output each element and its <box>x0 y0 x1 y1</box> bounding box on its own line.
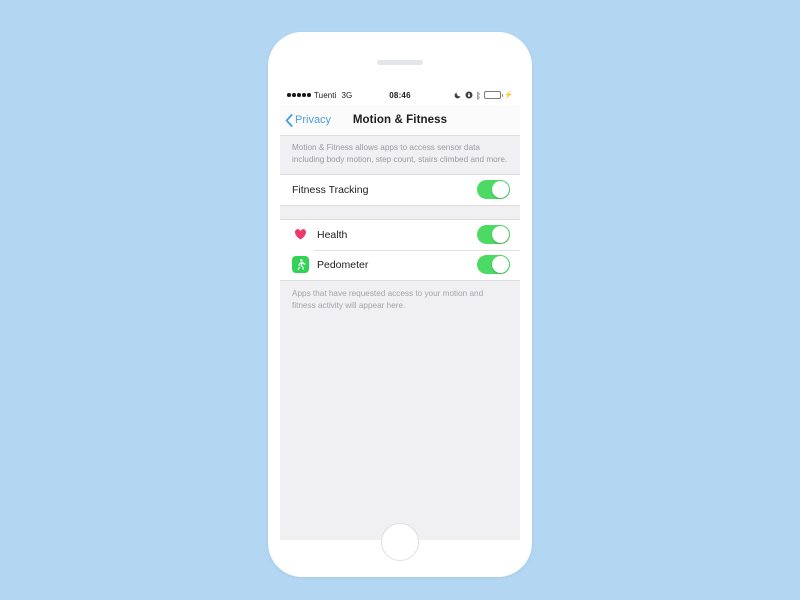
app-toggle-health[interactable] <box>477 225 510 245</box>
rotation-lock-icon <box>465 91 473 99</box>
bluetooth-icon <box>476 91 481 100</box>
home-button[interactable] <box>381 523 419 561</box>
toggle-knob <box>492 226 509 244</box>
charging-icon: ⚡ <box>504 92 513 99</box>
back-button[interactable]: Privacy <box>280 113 332 127</box>
description-text: Motion & Fitness allows apps to access s… <box>292 143 508 164</box>
chevron-left-icon <box>285 113 293 127</box>
signal-strength-icon <box>287 93 311 97</box>
toggle-knob <box>492 181 509 199</box>
earpiece-speaker <box>377 60 423 65</box>
status-bar-left: Tuenti 3G <box>287 91 352 100</box>
apps-group: Health Pedometer <box>280 218 520 281</box>
footer-text: Apps that have requested access to your … <box>292 288 484 310</box>
carrier-name: Tuenti <box>313 90 337 100</box>
fitness-tracking-group: Fitness Tracking <box>280 173 520 206</box>
settings-content: Motion & Fitness allows apps to access s… <box>280 136 520 540</box>
moon-icon <box>454 91 462 99</box>
row-app-pedometer[interactable]: Pedometer <box>280 249 520 280</box>
app-label-health: Health <box>317 228 348 241</box>
battery-icon <box>484 91 504 99</box>
row-app-health[interactable]: Health <box>280 219 520 250</box>
phone-device: Tuenti 3G 08:46 ⚡ Privacy Motion & Fitne… <box>268 32 532 577</box>
row-fitness-tracking[interactable]: Fitness Tracking <box>280 174 520 205</box>
phone-screen: Tuenti 3G 08:46 ⚡ Privacy Motion & Fitne… <box>280 85 520 540</box>
heart-icon <box>292 226 309 244</box>
app-label-pedometer: Pedometer <box>317 258 369 271</box>
fitness-tracking-label: Fitness Tracking <box>292 183 369 196</box>
status-bar-right: ⚡ <box>454 91 513 100</box>
fitness-tracking-toggle[interactable] <box>477 180 510 200</box>
status-bar: Tuenti 3G 08:46 ⚡ <box>280 85 520 105</box>
walking-person-icon <box>292 256 309 274</box>
navigation-bar: Privacy Motion & Fitness <box>280 105 520 136</box>
back-button-label: Privacy <box>295 114 332 126</box>
toggle-knob <box>492 256 509 274</box>
app-toggle-pedometer[interactable] <box>477 255 510 275</box>
network-type-label: 3G <box>341 90 353 100</box>
